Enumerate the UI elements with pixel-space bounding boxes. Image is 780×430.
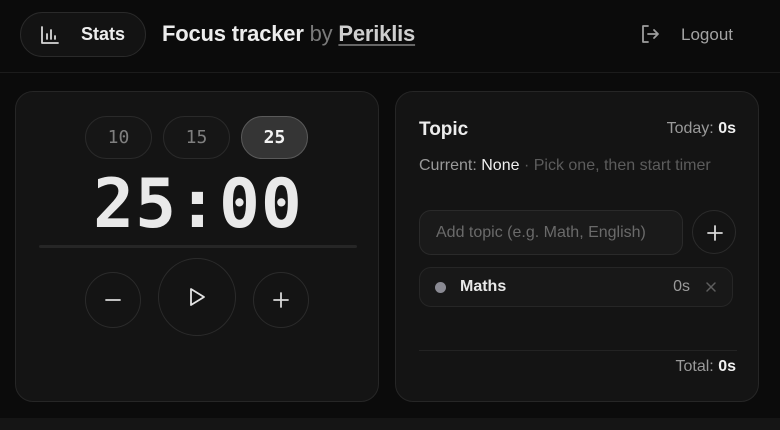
footer-strip bbox=[0, 418, 780, 430]
topic-time: 0s bbox=[673, 278, 690, 295]
timer-progress-bar bbox=[39, 245, 357, 248]
decrease-time-button[interactable] bbox=[85, 272, 141, 328]
close-icon[interactable] bbox=[704, 280, 718, 294]
today-label: Today: bbox=[666, 120, 714, 137]
divider bbox=[419, 350, 737, 351]
current-label: Current: bbox=[419, 157, 477, 174]
total-value: 0s bbox=[718, 358, 736, 375]
topic-name: Maths bbox=[460, 278, 507, 295]
topic-item[interactable]: Maths 0s bbox=[419, 267, 733, 307]
plus-icon bbox=[273, 292, 289, 308]
today-total: Today: 0s bbox=[667, 120, 736, 138]
author-link[interactable]: Periklis bbox=[338, 21, 415, 46]
play-button[interactable] bbox=[158, 258, 236, 336]
by-text: by bbox=[309, 21, 333, 46]
preset-10-button[interactable]: 10 bbox=[85, 116, 152, 159]
current-hint: · Pick one, then start timer bbox=[523, 157, 711, 174]
stats-label: Stats bbox=[81, 24, 126, 44]
current-value: None bbox=[481, 157, 520, 174]
add-topic-input[interactable] bbox=[419, 210, 683, 255]
app-title: Focus tracker bbox=[162, 21, 304, 46]
total-time: Total: 0s bbox=[676, 358, 737, 376]
logout-icon bbox=[642, 25, 659, 43]
today-value: 0s bbox=[718, 120, 736, 137]
preset-15-button[interactable]: 15 bbox=[163, 116, 230, 159]
topic-color-dot bbox=[435, 282, 446, 293]
minus-icon bbox=[105, 299, 121, 301]
timer-card: 10 15 25 25:00 bbox=[15, 91, 379, 402]
increase-time-button[interactable] bbox=[253, 272, 309, 328]
logout-label: Logout bbox=[681, 25, 733, 44]
total-label: Total: bbox=[675, 358, 714, 375]
stats-button[interactable]: Stats bbox=[20, 12, 146, 57]
topic-heading: Topic bbox=[419, 119, 469, 140]
header: Stats Focus tracker by Periklis Logout bbox=[0, 0, 780, 73]
add-topic-button[interactable] bbox=[692, 210, 736, 254]
timer-display: 25:00 bbox=[93, 165, 303, 244]
bar-chart-icon bbox=[41, 26, 59, 44]
logout-button[interactable]: Logout bbox=[636, 22, 746, 48]
play-icon bbox=[190, 288, 205, 306]
topic-card: Topic Today: 0s Current: None · Pick one… bbox=[395, 91, 759, 402]
page-title: Focus tracker by Periklis bbox=[162, 21, 415, 47]
plus-icon bbox=[707, 225, 723, 241]
current-topic: Current: None · Pick one, then start tim… bbox=[419, 155, 719, 177]
preset-25-button[interactable]: 25 bbox=[241, 116, 308, 159]
